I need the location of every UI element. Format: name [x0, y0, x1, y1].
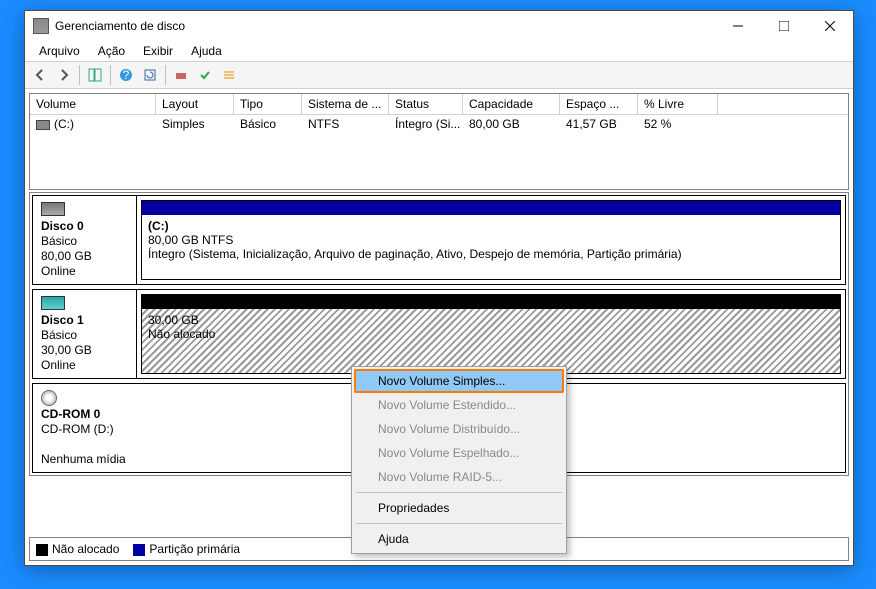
disk-type: Básico: [41, 328, 128, 342]
titlebar[interactable]: Gerenciamento de disco: [25, 11, 853, 41]
menu-new-striped-volume: Novo Volume Distribuído...: [354, 417, 564, 441]
cdrom-name: CD-ROM 0: [41, 407, 129, 421]
swatch-blue: [133, 544, 145, 556]
partition-status: Não alocado: [148, 327, 215, 341]
close-button[interactable]: [807, 11, 853, 41]
settings-button[interactable]: [170, 64, 192, 86]
disk-state: Online: [41, 264, 128, 278]
col-free[interactable]: Espaço ...: [560, 94, 638, 114]
dvd-icon: [41, 390, 57, 406]
menubar: Arquivo Ação Exibir Ajuda: [25, 41, 853, 61]
disk-size: 30,00 GB: [41, 343, 128, 357]
partition-status: Íntegro (Sistema, Inicialização, Arquivo…: [148, 247, 682, 261]
menu-new-spanned-volume: Novo Volume Estendido...: [354, 393, 564, 417]
col-capacity[interactable]: Capacidade: [463, 94, 560, 114]
table-header: Volume Layout Tipo Sistema de ... Status…: [30, 94, 848, 115]
col-pct[interactable]: % Livre: [638, 94, 718, 114]
partition-c[interactable]: (C:) 80,00 GB NTFS Íntegro (Sistema, Ini…: [141, 200, 841, 280]
cell-pct: 52 %: [638, 115, 718, 133]
list-button[interactable]: [218, 64, 240, 86]
toolbar-separator: [79, 65, 80, 85]
legend-primary-label: Partição primária: [149, 542, 240, 556]
menu-new-simple-volume[interactable]: Novo Volume Simples...: [354, 369, 564, 393]
cell-volume: (C:): [30, 115, 156, 133]
toolbar-separator: [110, 65, 111, 85]
window-title: Gerenciamento de disco: [55, 19, 715, 33]
col-volume[interactable]: Volume: [30, 94, 156, 114]
table-row[interactable]: (C:) Simples Básico NTFS Íntegro (Si... …: [30, 115, 848, 133]
minimize-button[interactable]: [715, 11, 761, 41]
disk-state: Online: [41, 358, 128, 372]
disk-1-info: Disco 1 Básico 30,00 GB Online: [33, 290, 137, 378]
refresh-button[interactable]: [139, 64, 161, 86]
cell-capacity: 80,00 GB: [463, 115, 560, 133]
swatch-black: [36, 544, 48, 556]
view-button[interactable]: [84, 64, 106, 86]
cell-type: Básico: [234, 115, 302, 133]
menu-help[interactable]: Ajuda: [354, 527, 564, 551]
table-empty-area: [30, 133, 848, 189]
disk-size: 80,00 GB: [41, 249, 128, 263]
menu-new-raid5-volume: Novo Volume RAID-5...: [354, 465, 564, 489]
drive-icon: [36, 120, 50, 130]
partition-header-primary: [142, 201, 840, 215]
menu-separator: [356, 492, 562, 493]
cell-free: 41,57 GB: [560, 115, 638, 133]
col-status[interactable]: Status: [389, 94, 463, 114]
hdd-icon: [41, 296, 65, 310]
toolbar-separator: [165, 65, 166, 85]
unallocated-space[interactable]: 30,00 GB Não alocado: [141, 294, 841, 374]
app-icon: [33, 18, 49, 34]
partition-body: 30,00 GB Não alocado: [142, 309, 840, 373]
menu-view[interactable]: Exibir: [135, 42, 181, 60]
toolbar: ?: [25, 61, 853, 89]
cell-fs: NTFS: [302, 115, 389, 133]
volume-label: (C:): [54, 117, 74, 131]
hdd-icon: [41, 202, 65, 216]
cell-status: Íntegro (Si...: [389, 115, 463, 133]
menu-new-mirrored-volume: Novo Volume Espelhado...: [354, 441, 564, 465]
forward-button[interactable]: [53, 64, 75, 86]
legend-unalloc-label: Não alocado: [52, 542, 119, 556]
disk-name: Disco 0: [41, 219, 128, 233]
menu-file[interactable]: Arquivo: [31, 42, 88, 60]
cdrom-info: CD-ROM 0 CD-ROM (D:) Nenhuma mídia: [33, 384, 137, 472]
menu-properties[interactable]: Propriedades: [354, 496, 564, 520]
disk-0-partitions: (C:) 80,00 GB NTFS Íntegro (Sistema, Ini…: [137, 196, 845, 284]
action-button[interactable]: [194, 64, 216, 86]
partition-info: 30,00 GB: [148, 313, 199, 327]
col-layout[interactable]: Layout: [156, 94, 234, 114]
col-filesystem[interactable]: Sistema de ...: [302, 94, 389, 114]
context-menu: Novo Volume Simples... Novo Volume Esten…: [351, 366, 567, 554]
partition-header-unalloc: [142, 295, 840, 309]
back-button[interactable]: [29, 64, 51, 86]
partition-body: (C:) 80,00 GB NTFS Íntegro (Sistema, Ini…: [142, 215, 840, 279]
disk-0-block[interactable]: Disco 0 Básico 80,00 GB Online (C:) 80,0…: [32, 195, 846, 285]
legend-unalloc: Não alocado: [36, 542, 119, 556]
partition-info: 80,00 GB NTFS: [148, 233, 233, 247]
partition-label: (C:): [148, 219, 169, 233]
disk-type: Básico: [41, 234, 128, 248]
svg-text:?: ?: [123, 68, 130, 82]
disk-1-partitions: 30,00 GB Não alocado: [137, 290, 845, 378]
legend-primary: Partição primária: [133, 542, 240, 556]
help-button[interactable]: ?: [115, 64, 137, 86]
maximize-button[interactable]: [761, 11, 807, 41]
cdrom-state: Nenhuma mídia: [41, 452, 129, 466]
cdrom-drive: CD-ROM (D:): [41, 422, 129, 436]
disk-0-info: Disco 0 Básico 80,00 GB Online: [33, 196, 137, 284]
disk-name: Disco 1: [41, 313, 128, 327]
cell-layout: Simples: [156, 115, 234, 133]
menu-separator: [356, 523, 562, 524]
col-type[interactable]: Tipo: [234, 94, 302, 114]
menu-action[interactable]: Ação: [90, 42, 133, 60]
menu-help[interactable]: Ajuda: [183, 42, 230, 60]
volume-table[interactable]: Volume Layout Tipo Sistema de ... Status…: [29, 93, 849, 190]
